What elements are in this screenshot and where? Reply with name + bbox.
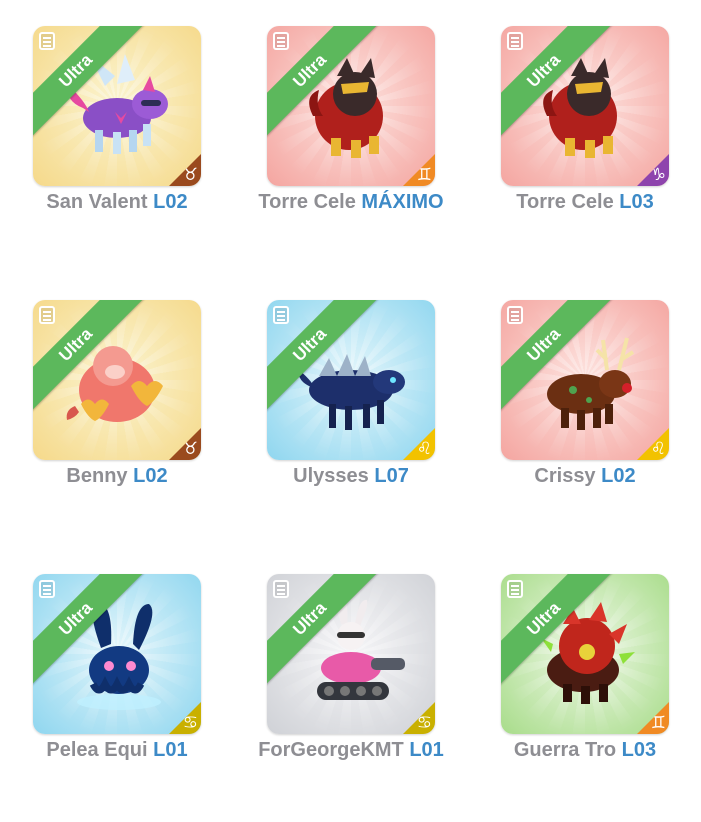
monster-level: MÁXIMO — [361, 191, 444, 213]
notepad-icon[interactable] — [39, 32, 55, 50]
monster-label[interactable]: ForGeorgeKMT L01 — [234, 739, 468, 762]
monster-card[interactable]: Ultra ♊ Torre Cele MÁXIMO — [234, 0, 468, 274]
monster-label[interactable]: Torre Cele MÁXIMO — [234, 191, 468, 214]
monster-name: Crissy — [534, 465, 596, 487]
monster-card[interactable]: Ultra ♑ Torre Cele L03 — [468, 0, 701, 274]
monster-level: L07 — [374, 465, 409, 487]
monster-level: L02 — [133, 465, 168, 487]
notepad-icon[interactable] — [39, 580, 55, 598]
notepad-icon[interactable] — [273, 306, 289, 324]
monster-portrait[interactable]: Ultra ♋ — [33, 574, 201, 734]
monster-card[interactable]: Ultra ♉ Benny L02 — [0, 274, 234, 548]
notepad-icon[interactable] — [507, 32, 523, 50]
monster-portrait[interactable]: Ultra ♊ — [501, 574, 669, 734]
monster-card[interactable]: Ultra ♌ Ulysses L07 — [234, 274, 468, 548]
monster-portrait[interactable]: Ultra ♉ — [33, 300, 201, 460]
monster-name: ForGeorgeKMT — [258, 739, 404, 761]
monster-level: L03 — [621, 739, 657, 761]
monster-name: Pelea Equi — [46, 739, 148, 761]
monster-portrait[interactable]: Ultra ♌ — [501, 300, 669, 460]
monster-portrait[interactable]: Ultra ♋ — [267, 574, 435, 734]
monster-portrait[interactable]: Ultra ♊ — [267, 26, 435, 186]
monster-level: L02 — [153, 191, 188, 213]
monster-label[interactable]: Ulysses L07 — [234, 465, 468, 488]
monster-portrait[interactable]: Ultra ♌ — [267, 300, 435, 460]
monster-portrait[interactable]: Ultra ♑ — [501, 26, 669, 186]
monster-label[interactable]: San Valent L02 — [0, 191, 234, 214]
monster-label[interactable]: Benny L02 — [0, 465, 234, 488]
monster-name: San Valent — [46, 191, 148, 213]
monster-portrait[interactable]: Ultra ♉ — [33, 26, 201, 186]
monster-card[interactable]: Ultra ♌ Crissy L02 — [468, 274, 701, 548]
monster-level: L01 — [153, 739, 188, 761]
notepad-icon[interactable] — [273, 580, 289, 598]
monster-card[interactable]: Ultra ♋ ForGeorgeKMT L01 — [234, 548, 468, 822]
notepad-icon[interactable] — [273, 32, 289, 50]
monster-label[interactable]: Pelea Equi L01 — [0, 739, 234, 762]
notepad-icon[interactable] — [39, 306, 55, 324]
monster-name: Torre Cele — [516, 191, 614, 213]
monster-level: L02 — [601, 465, 636, 487]
monster-name: Guerra Tro — [513, 739, 617, 761]
monster-name: Ulysses — [293, 465, 369, 487]
monster-level: L01 — [409, 739, 444, 761]
monster-card[interactable]: Ultra ♊ Guerra Tro L03 — [468, 548, 701, 822]
notepad-icon[interactable] — [507, 580, 523, 598]
monster-name: Torre Cele — [258, 191, 356, 213]
monster-name: Benny — [66, 465, 128, 487]
monster-label[interactable]: Crissy L02 — [468, 465, 701, 488]
monster-label[interactable]: Torre Cele L03 — [468, 191, 701, 214]
monster-level: L03 — [619, 191, 654, 213]
monster-grid: Ultra ♉ San Valent L02 Ultra ♊ Torre Cel… — [0, 0, 701, 800]
monster-card[interactable]: Ultra ♋ Pelea Equi L01 — [0, 548, 234, 822]
notepad-icon[interactable] — [507, 306, 523, 324]
monster-card[interactable]: Ultra ♉ San Valent L02 — [0, 0, 234, 274]
monster-label[interactable]: Guerra Tro L03 — [468, 739, 701, 762]
